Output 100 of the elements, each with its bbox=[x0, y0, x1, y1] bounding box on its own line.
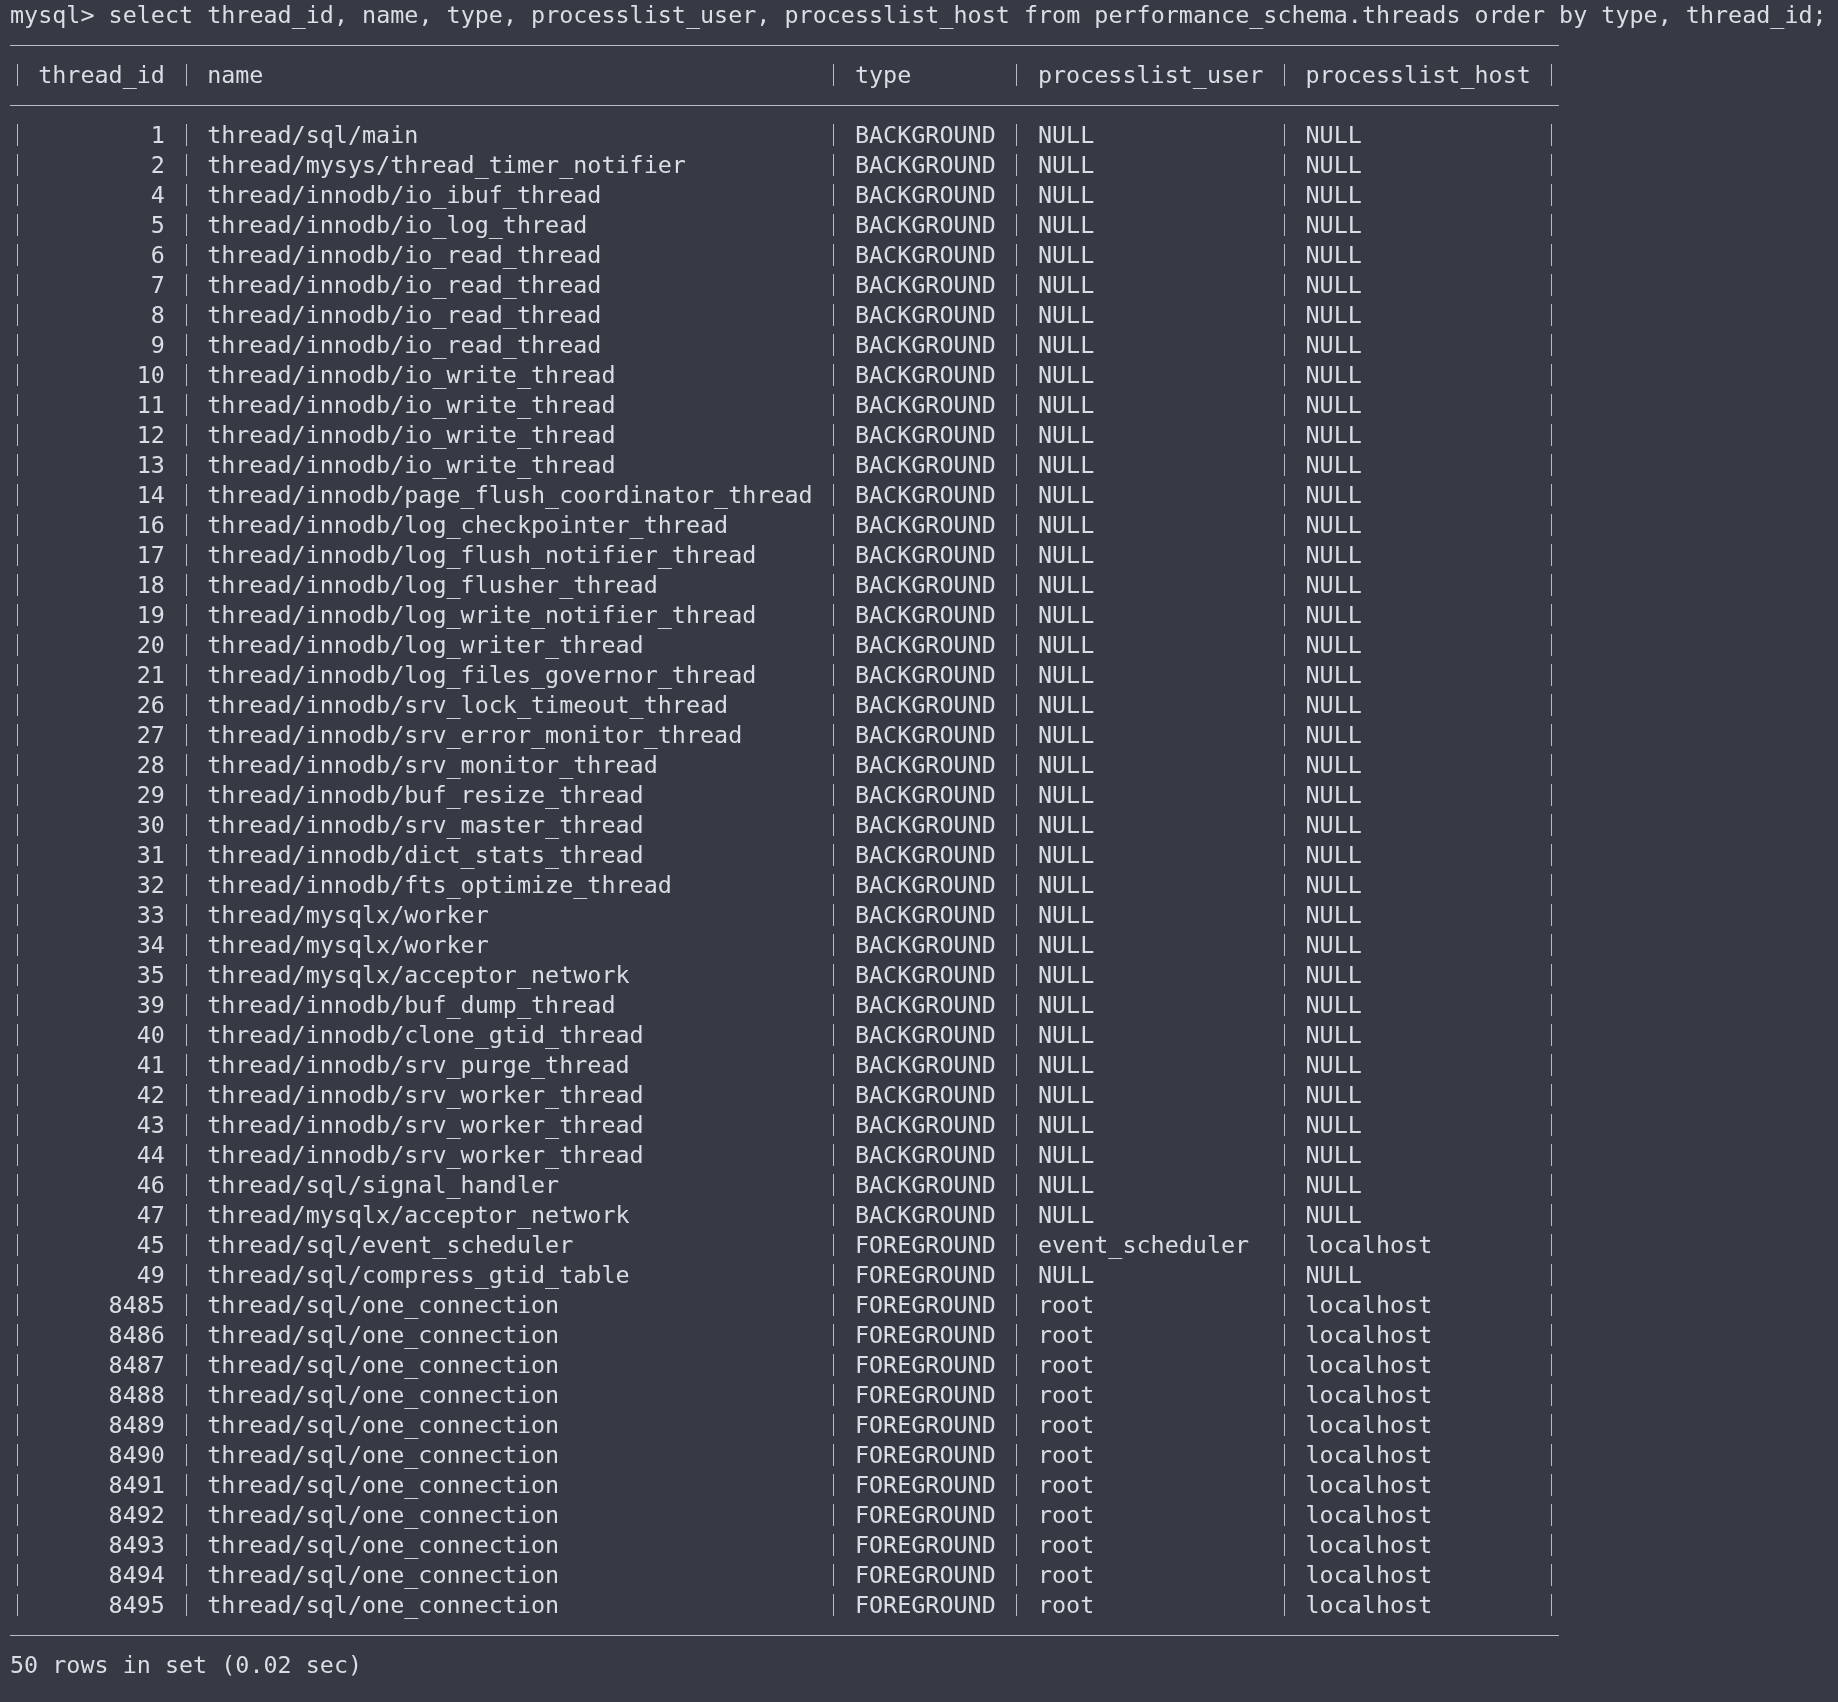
table-cell: thread/innodb/srv_monitor_thread bbox=[207, 750, 658, 780]
table-cell: 17 bbox=[136, 540, 165, 570]
table-cell: NULL bbox=[1305, 540, 1362, 570]
table-cell: NULL bbox=[1037, 390, 1095, 420]
table-cell: 34 bbox=[136, 930, 165, 960]
table-cell: 14 bbox=[136, 480, 165, 510]
table-cell: NULL bbox=[1305, 360, 1362, 390]
table-cell: BACKGROUND bbox=[854, 960, 996, 990]
table-cell: NULL bbox=[1305, 1110, 1362, 1140]
table-cell: NULL bbox=[1305, 600, 1362, 630]
table-cell: NULL bbox=[1305, 150, 1362, 180]
table-cell: NULL bbox=[1305, 930, 1362, 960]
table-cell: NULL bbox=[1305, 870, 1362, 900]
table-cell: 13 bbox=[136, 450, 165, 480]
table-cell: 8493 bbox=[108, 1530, 165, 1560]
table-cell: 49 bbox=[136, 1260, 165, 1290]
table-cell: BACKGROUND bbox=[854, 990, 996, 1020]
table-cell: thread/mysqlx/worker bbox=[207, 930, 489, 960]
table-cell: BACKGROUND bbox=[854, 1020, 996, 1050]
table-cell: thread/sql/one_connection bbox=[207, 1500, 560, 1530]
table-cell: BACKGROUND bbox=[854, 780, 996, 810]
table-cell: root bbox=[1037, 1560, 1095, 1590]
table-cell: BACKGROUND bbox=[854, 1110, 996, 1140]
table-cell: thread/sql/one_connection bbox=[207, 1290, 560, 1320]
table-cell: NULL bbox=[1037, 1200, 1095, 1230]
table-cell: BACKGROUND bbox=[854, 540, 996, 570]
table-cell: NULL bbox=[1037, 1020, 1095, 1050]
table-cell: NULL bbox=[1037, 810, 1095, 840]
table-cell: NULL bbox=[1037, 900, 1095, 930]
table-cell: NULL bbox=[1037, 930, 1095, 960]
table-cell: 5 bbox=[150, 210, 165, 240]
table-cell: root bbox=[1037, 1530, 1095, 1560]
table-cell: BACKGROUND bbox=[854, 1200, 996, 1230]
table-cell: NULL bbox=[1037, 690, 1095, 720]
table-cell: NULL bbox=[1305, 120, 1362, 150]
table-cell: 26 bbox=[136, 690, 165, 720]
table-cell: 42 bbox=[136, 1080, 165, 1110]
table-cell: FOREGROUND bbox=[854, 1410, 996, 1440]
table-cell: BACKGROUND bbox=[854, 810, 996, 840]
table-cell: 21 bbox=[136, 660, 165, 690]
table-cell: thread/innodb/log_checkpointer_thread bbox=[207, 510, 729, 540]
table-cell: FOREGROUND bbox=[854, 1230, 996, 1260]
table-cell: 40 bbox=[136, 1020, 165, 1050]
table-cell: FOREGROUND bbox=[854, 1290, 996, 1320]
table-cell: thread/innodb/buf_resize_thread bbox=[207, 780, 644, 810]
table-cell: 12 bbox=[136, 420, 165, 450]
table-cell: NULL bbox=[1305, 780, 1362, 810]
table-cell: root bbox=[1037, 1470, 1095, 1500]
table-cell: root bbox=[1037, 1380, 1095, 1410]
column-header: processlist_user bbox=[1037, 60, 1264, 90]
table-cell: thread/innodb/page_flush_coordinator_thread bbox=[207, 480, 813, 510]
table-cell: 28 bbox=[136, 750, 165, 780]
table-cell: thread/innodb/log_flusher_thread bbox=[207, 570, 658, 600]
table-cell: NULL bbox=[1305, 420, 1362, 450]
table-cell: NULL bbox=[1037, 510, 1095, 540]
table-cell: BACKGROUND bbox=[854, 210, 996, 240]
table-cell: thread/innodb/io_write_thread bbox=[207, 390, 616, 420]
table-cell: 8490 bbox=[108, 1440, 165, 1470]
table-cell: thread/innodb/srv_error_monitor_thread bbox=[207, 720, 743, 750]
table-cell: thread/innodb/io_write_thread bbox=[207, 450, 616, 480]
table-cell: thread/sql/one_connection bbox=[207, 1470, 560, 1500]
table-cell: NULL bbox=[1037, 300, 1095, 330]
table-cell: 8489 bbox=[108, 1410, 165, 1440]
table-cell: NULL bbox=[1305, 1140, 1362, 1170]
table-cell: NULL bbox=[1037, 1110, 1095, 1140]
table-cell: NULL bbox=[1305, 960, 1362, 990]
table-cell: 39 bbox=[136, 990, 165, 1020]
table-cell: thread/mysqlx/acceptor_network bbox=[207, 1200, 630, 1230]
table-cell: NULL bbox=[1305, 1050, 1362, 1080]
table-cell: thread/sql/one_connection bbox=[207, 1530, 560, 1560]
table-cell: FOREGROUND bbox=[854, 1530, 996, 1560]
table-cell: NULL bbox=[1305, 480, 1362, 510]
table-cell: NULL bbox=[1037, 720, 1095, 750]
column-header: type bbox=[854, 60, 912, 90]
table-cell: 8485 bbox=[108, 1290, 165, 1320]
table-cell: 1 bbox=[150, 120, 165, 150]
table-cell: NULL bbox=[1037, 780, 1095, 810]
table-cell: NULL bbox=[1305, 1260, 1362, 1290]
table-cell: FOREGROUND bbox=[854, 1380, 996, 1410]
table-cell: 19 bbox=[136, 600, 165, 630]
table-cell: thread/innodb/srv_purge_thread bbox=[207, 1050, 630, 1080]
table-cell: BACKGROUND bbox=[854, 180, 996, 210]
table-cell: BACKGROUND bbox=[854, 720, 996, 750]
table-cell: NULL bbox=[1305, 900, 1362, 930]
table-cell: NULL bbox=[1305, 1170, 1362, 1200]
table-cell: FOREGROUND bbox=[854, 1500, 996, 1530]
table-cell: FOREGROUND bbox=[854, 1320, 996, 1350]
table-cell: root bbox=[1037, 1590, 1095, 1620]
table-cell: 8495 bbox=[108, 1590, 165, 1620]
table-cell: NULL bbox=[1037, 420, 1095, 450]
table-cell: NULL bbox=[1305, 450, 1362, 480]
table-cell: NULL bbox=[1037, 1260, 1095, 1290]
table-cell: NULL bbox=[1037, 540, 1095, 570]
table-cell: BACKGROUND bbox=[854, 270, 996, 300]
table-cell: localhost bbox=[1305, 1230, 1433, 1260]
table-cell: BACKGROUND bbox=[854, 870, 996, 900]
column-header: name bbox=[207, 60, 264, 90]
table-cell: thread/sql/event_scheduler bbox=[207, 1230, 574, 1260]
table-cell: 35 bbox=[136, 960, 165, 990]
command-line: mysql> select thread_id, name, type, processlist_user, processlist_host from performance_schema.threads order by type, thread_id; bbox=[10, 0, 1827, 30]
